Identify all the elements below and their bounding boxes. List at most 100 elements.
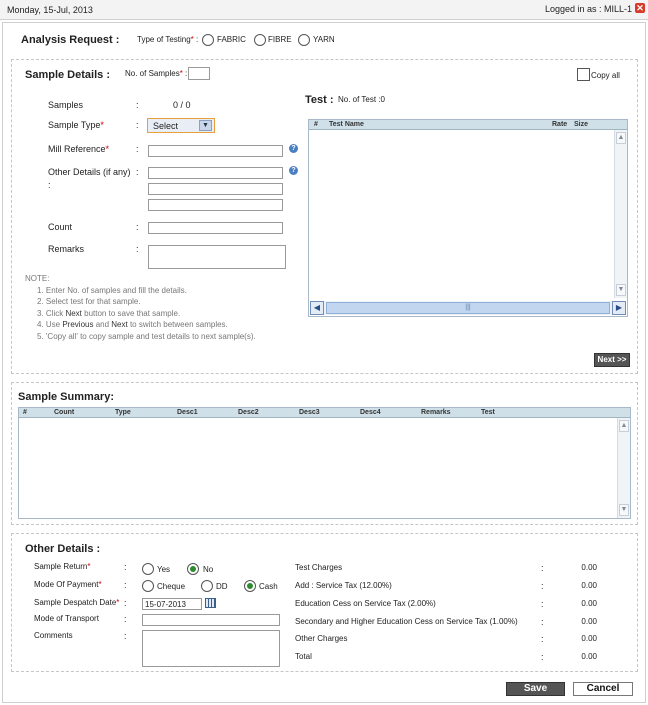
test-grid: # Test Name Rate Size ▲ ▼ ◀ ||| ▶ [308, 119, 628, 317]
fibre-label: FIBRE [268, 35, 292, 44]
sample-type-label: Sample Type* [48, 120, 104, 130]
column-header: Test Name [329, 121, 364, 128]
charge-colon: : [541, 581, 544, 591]
payment-mode-colon: : [124, 580, 127, 590]
notes-block: NOTE: 1. Enter No. of samples and fill t… [25, 273, 256, 342]
test-grid-hscrollbar[interactable]: ◀ ||| ▶ [310, 301, 626, 315]
transport-mode-colon: : [124, 614, 127, 624]
other-details-input-2[interactable] [148, 183, 283, 195]
other-details-label: Other Details (if any) [48, 167, 131, 177]
chevron-down-icon[interactable]: ▼ [199, 120, 212, 131]
copy-all-checkbox[interactable] [577, 68, 590, 81]
calendar-icon[interactable] [205, 598, 216, 608]
charge-colon: : [541, 617, 544, 627]
num-samples-label: No. of Samples* : [125, 69, 188, 78]
dd-label: DD [216, 582, 228, 591]
note-line: 3. Click Next button to save that sample… [37, 308, 181, 318]
column-header: Remarks [421, 409, 451, 416]
scroll-right-icon[interactable]: ▶ [612, 301, 626, 315]
analysis-request-title: Analysis Request : [21, 34, 120, 46]
test-grid-vscrollbar[interactable]: ▲ ▼ [614, 130, 627, 298]
cash-label: Cash [259, 582, 278, 591]
radio-yarn[interactable] [298, 34, 310, 46]
column-header: Count [54, 409, 75, 416]
sample-summary-grid: # Count Type Desc1 Desc2 Desc3 Desc4 Rem… [18, 407, 631, 519]
transport-mode-input[interactable] [142, 614, 280, 626]
other-details-input-1[interactable] [148, 167, 283, 179]
charge-label: Test Charges [295, 563, 343, 572]
logged-in-user: Logged in as : MILL-1 [545, 4, 633, 14]
samples-colon: : [136, 100, 139, 110]
top-bar: Monday, 15-Jul, 2013 Logged in as : MILL… [0, 0, 648, 20]
test-title: Test : [305, 94, 334, 106]
charge-label: Other Charges [295, 634, 348, 643]
radio-sample-return-yes[interactable] [142, 563, 154, 575]
comments-textarea[interactable] [142, 630, 280, 667]
charge-label: Education Cess on Service Tax (2.00%) [295, 599, 436, 608]
summary-grid-vscrollbar[interactable]: ▲ ▼ [617, 418, 630, 518]
current-date: Monday, 15-Jul, 2013 [7, 5, 93, 15]
help-icon[interactable]: ? [289, 144, 298, 153]
scroll-down-icon[interactable]: ▼ [619, 504, 629, 516]
mill-reference-colon: : [136, 144, 139, 154]
samples-label: Samples [48, 100, 84, 110]
yarn-label: YARN [313, 35, 335, 44]
charge-value: 0.00 [581, 652, 597, 661]
count-colon: : [136, 222, 139, 232]
radio-payment-cheque[interactable] [142, 580, 154, 592]
scroll-up-icon[interactable]: ▲ [619, 420, 629, 432]
note-line: 5. 'Copy all' to copy sample and test de… [37, 331, 256, 341]
column-header: Desc1 [177, 409, 198, 416]
despatch-date-input[interactable]: 15-07-2013 [142, 598, 202, 610]
note-line: 4. Use Previous and Next to switch betwe… [37, 320, 228, 329]
sample-summary-title: Sample Summary: [18, 391, 114, 403]
cancel-button[interactable]: Cancel [573, 682, 633, 696]
column-header: # [23, 409, 27, 416]
save-button[interactable]: Save [506, 682, 565, 696]
sample-type-select[interactable]: Select ▼ [147, 118, 215, 133]
charge-colon: : [541, 652, 544, 662]
help-icon[interactable]: ? [289, 166, 298, 175]
other-details-colon-2: : [48, 180, 51, 190]
mill-reference-input[interactable] [148, 145, 283, 157]
charge-label: Secondary and Higher Education Cess on S… [295, 617, 518, 626]
radio-fibre[interactable] [254, 34, 266, 46]
other-details-title: Other Details : [25, 543, 101, 555]
transport-mode-label: Mode of Transport [34, 614, 99, 623]
close-icon[interactable]: ✕ [635, 3, 645, 13]
next-button[interactable]: Next >> [594, 353, 630, 367]
comments-label: Comments [34, 631, 73, 640]
scroll-thumb[interactable]: ||| [326, 302, 610, 314]
samples-value: 0 / 0 [173, 100, 191, 110]
charge-value: 0.00 [581, 617, 597, 626]
sample-return-colon: : [124, 562, 127, 572]
scroll-down-icon[interactable]: ▼ [616, 284, 626, 296]
sample-type-colon: : [136, 120, 139, 130]
payment-mode-label: Mode Of Payment* [34, 580, 102, 589]
mill-reference-label: Mill Reference* [48, 144, 110, 154]
comments-colon: : [124, 631, 127, 641]
scroll-up-icon[interactable]: ▲ [616, 132, 626, 144]
num-samples-input[interactable] [188, 67, 210, 80]
other-details-input-3[interactable] [148, 199, 283, 211]
fabric-label: FABRIC [217, 35, 246, 44]
column-header: Test [481, 409, 495, 416]
sample-type-selected: Select [153, 121, 179, 131]
radio-payment-cash[interactable] [244, 580, 256, 592]
radio-sample-return-no[interactable] [187, 563, 199, 575]
yes-label: Yes [157, 565, 171, 574]
type-of-testing-label: Type of Testing* : [137, 35, 199, 44]
charge-value: 0.00 [581, 634, 597, 643]
radio-fabric[interactable] [202, 34, 214, 46]
charge-label: Total [295, 652, 312, 661]
charge-value: 0.00 [581, 599, 597, 608]
column-header: # [314, 121, 318, 128]
scroll-left-icon[interactable]: ◀ [310, 301, 324, 315]
radio-payment-dd[interactable] [201, 580, 213, 592]
despatch-date-colon: : [124, 598, 127, 608]
remarks-textarea[interactable] [148, 245, 286, 269]
charge-value: 0.00 [581, 563, 597, 572]
count-input[interactable] [148, 222, 283, 234]
test-grid-header: # Test Name Rate Size [309, 120, 627, 130]
other-details-colon: : [136, 167, 139, 177]
